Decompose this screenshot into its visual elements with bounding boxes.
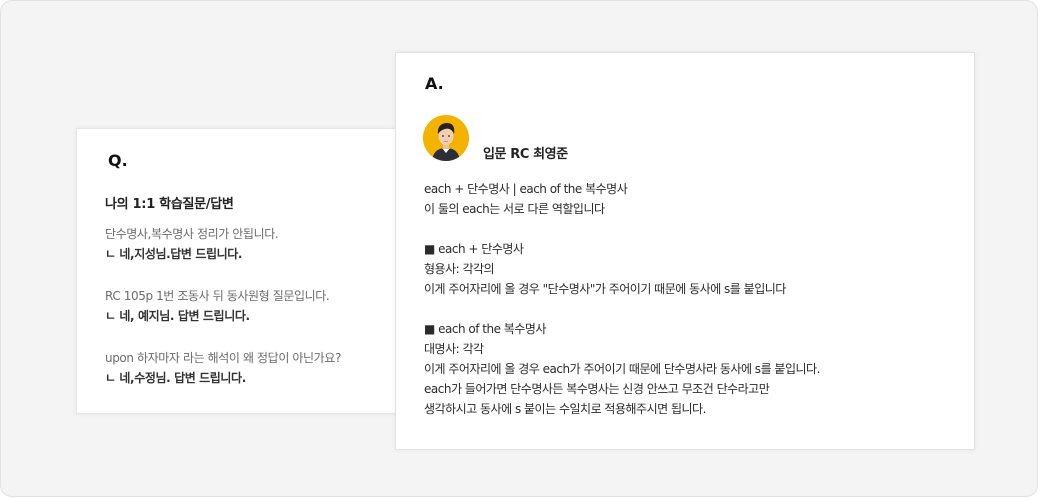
answer-card: A. 입문 RC 최영준 each + 단수명사 | each of the 복… [395, 52, 975, 450]
question-text[interactable]: RC 105p 1번 조동사 뒤 동사원형 질문입니다. [105, 286, 390, 306]
teacher-name: 입문 RC 최영준 [483, 147, 568, 162]
answer-line: each가 들어가면 단수명사든 복수명사는 신경 안쓰고 무조건 단수라고만 [424, 382, 770, 396]
question-list-title: 나의 1:1 학습질문/답변 [105, 197, 234, 212]
question-reply: ㄴ 네,지성님.답변 드립니다. [105, 247, 243, 261]
answer-line: 형용사: 각각의 [424, 262, 495, 276]
answer-line: 대명사: 각각 [424, 342, 484, 356]
answer-line: 이 둘의 each는 서로 다른 역할입니다 [424, 202, 605, 216]
question-text[interactable]: upon 하자마자 라는 해석이 왜 정답이 아닌가요? [105, 348, 390, 368]
answer-line: 이게 주어자리에 올 경우 "단수명사"가 주어이기 때문에 동사에 s를 붙입… [424, 282, 786, 296]
question-reply: ㄴ 네,수정님. 답변 드립니다. [105, 371, 246, 385]
answer-section-heading: ■ each of the 복수명사 [424, 322, 546, 336]
answer-line: 이게 주어자리에 올 경우 each가 주어이기 때문에 단수명사라 동사에 s… [424, 362, 820, 376]
answer-line [424, 219, 964, 239]
teacher-avatar-icon [423, 115, 469, 161]
answer-line [424, 299, 964, 319]
question-list: 단수명사,복수명사 정리가 안됩니다. ㄴ 네,지성님.답변 드립니다. RC … [105, 224, 390, 410]
answer-body: each + 단수명사 | each of the 복수명사 이 둘의 each… [424, 179, 964, 419]
question-item[interactable]: upon 하자마자 라는 해석이 왜 정답이 아닌가요? ㄴ 네,수정님. 답변… [105, 348, 390, 388]
question-card: Q. 나의 1:1 학습질문/답변 단수명사,복수명사 정리가 안됩니다. ㄴ … [76, 128, 396, 414]
question-item[interactable]: RC 105p 1번 조동사 뒤 동사원형 질문입니다. ㄴ 네, 예지님. 답… [105, 286, 390, 326]
question-reply: ㄴ 네, 예지님. 답변 드립니다. [105, 309, 250, 323]
question-marker: Q. [108, 151, 128, 170]
answer-line: 생각하시고 동사에 s 붙이는 수일치로 적용해주시면 됩니다. [424, 402, 706, 416]
question-item[interactable]: 단수명사,복수명사 정리가 안됩니다. ㄴ 네,지성님.답변 드립니다. [105, 224, 390, 264]
answer-line: each + 단수명사 | each of the 복수명사 [424, 182, 628, 196]
question-text[interactable]: 단수명사,복수명사 정리가 안됩니다. [105, 224, 390, 244]
answer-section-heading: ■ each + 단수명사 [424, 242, 524, 256]
panel-frame: Q. 나의 1:1 학습질문/답변 단수명사,복수명사 정리가 안됩니다. ㄴ … [0, 0, 1038, 497]
answer-marker: A. [425, 74, 444, 93]
